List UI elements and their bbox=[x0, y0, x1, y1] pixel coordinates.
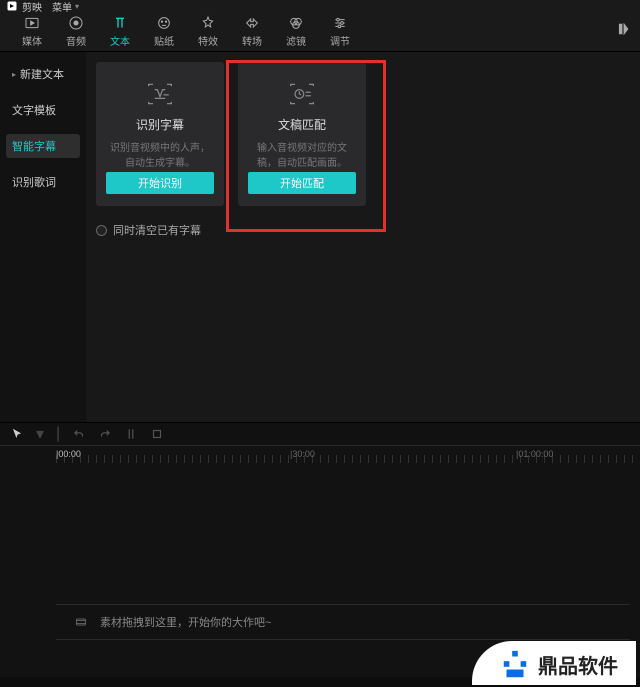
app-name: 剪映 bbox=[22, 0, 42, 14]
card-script-match: 文稿匹配 输入音视频对应的文稿，自动匹配画面。 开始匹配 bbox=[238, 62, 366, 206]
effect-icon bbox=[199, 16, 217, 30]
tab-sticker[interactable]: 贴纸 bbox=[142, 16, 186, 48]
playhead-marker: |00:00 bbox=[56, 449, 81, 459]
undo-button[interactable] bbox=[72, 427, 86, 441]
split-button[interactable] bbox=[124, 427, 138, 441]
card-title: 识别字幕 bbox=[136, 116, 184, 133]
tab-audio[interactable]: 音频 bbox=[54, 16, 98, 48]
logo-icon bbox=[6, 0, 18, 12]
tab-adjust[interactable]: 调节 bbox=[318, 16, 362, 48]
card-recognize-subtitle: 识别字幕 识别音视频中的人声，自动生成字幕。 开始识别 bbox=[96, 62, 224, 206]
app-logo: 剪映 bbox=[6, 0, 42, 14]
start-recognize-button[interactable]: 开始识别 bbox=[106, 172, 214, 194]
clear-existing-checkbox[interactable]: 同时清空已有字幕 bbox=[96, 222, 630, 238]
timeline-placeholder: 素材拖拽到这里，开始你的大作吧~ bbox=[56, 604, 630, 640]
audio-icon bbox=[67, 16, 85, 30]
timeline-tools: ▾ | bbox=[0, 422, 640, 446]
adjust-icon bbox=[331, 16, 349, 30]
sidebar-item-text-template[interactable]: 文字模板 bbox=[6, 98, 80, 122]
sidebar-item-smart-subtitle[interactable]: 智能字幕 bbox=[6, 134, 80, 158]
watermark: 鼎品软件 bbox=[472, 641, 636, 685]
timeline-ruler[interactable]: |00:00 |30:00 |01:00:00 bbox=[0, 446, 640, 464]
chevron-down-icon: ▾ bbox=[36, 424, 44, 444]
toolbar: 媒体 音频 文本 贴纸 特效 转场 滤镜 调节 bbox=[0, 12, 640, 52]
menu-dropdown[interactable]: 菜单 ▾ bbox=[52, 0, 79, 14]
main-area: ▸ 新建文本 文字模板 智能字幕 识别歌词 识别字幕 识别音视频中的人声，自动生… bbox=[0, 52, 640, 422]
tab-effect[interactable]: 特效 bbox=[186, 16, 230, 48]
sidebar: ▸ 新建文本 文字模板 智能字幕 识别歌词 bbox=[0, 52, 86, 422]
tab-text[interactable]: 文本 bbox=[98, 16, 142, 48]
watermark-logo-icon bbox=[500, 649, 530, 679]
card-title: 文稿匹配 bbox=[278, 116, 326, 133]
recognize-icon bbox=[145, 82, 175, 106]
sidebar-item-new-text[interactable]: ▸ 新建文本 bbox=[6, 62, 80, 86]
card-desc: 输入音视频对应的文稿，自动匹配画面。 bbox=[248, 141, 356, 171]
chevron-down-icon: ▾ bbox=[75, 2, 79, 11]
match-icon bbox=[287, 82, 317, 106]
chevron-right-icon: ▸ bbox=[12, 70, 16, 79]
tab-media[interactable]: 媒体 bbox=[10, 16, 54, 48]
titlebar: 剪映 菜单 ▾ bbox=[0, 0, 640, 12]
ruler-label: |01:00:00 bbox=[516, 449, 553, 459]
pointer-tool[interactable] bbox=[10, 427, 24, 441]
filter-icon bbox=[287, 16, 305, 30]
redo-button[interactable] bbox=[98, 427, 112, 441]
delete-button[interactable] bbox=[150, 427, 164, 441]
sticker-icon bbox=[155, 16, 173, 30]
media-icon bbox=[23, 16, 41, 30]
card-desc: 识别音视频中的人声，自动生成字幕。 bbox=[106, 141, 214, 171]
tab-transition[interactable]: 转场 bbox=[230, 16, 274, 48]
radio-icon bbox=[96, 225, 107, 236]
sidebar-item-lyrics[interactable]: 识别歌词 bbox=[6, 170, 80, 194]
content-area: 识别字幕 识别音视频中的人声，自动生成字幕。 开始识别 文稿匹配 输入音视频对应… bbox=[86, 52, 640, 422]
ruler-label: |30:00 bbox=[290, 449, 315, 459]
text-icon bbox=[111, 16, 129, 30]
menu-label: 菜单 bbox=[52, 0, 72, 14]
clip-icon bbox=[74, 616, 88, 628]
transition-icon bbox=[243, 16, 261, 30]
start-match-button[interactable]: 开始匹配 bbox=[248, 172, 356, 194]
right-icon[interactable] bbox=[616, 22, 630, 41]
tab-filter[interactable]: 滤镜 bbox=[274, 16, 318, 48]
